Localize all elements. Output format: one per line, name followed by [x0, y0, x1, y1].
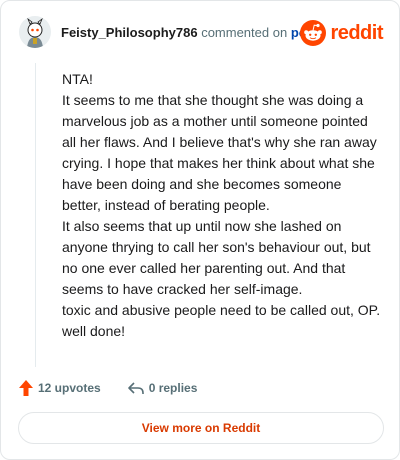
thread-line — [35, 63, 36, 367]
reddit-wordmark: reddit — [330, 21, 383, 44]
username-link[interactable]: Feisty_Philosophy786 — [61, 25, 198, 40]
reply-count: 0 replies — [148, 381, 198, 395]
reply-button[interactable]: 0 replies — [127, 380, 198, 396]
comment-paragraph: It also seems that up until now she lash… — [62, 218, 371, 297]
comment-actions: 12 upvotes 0 replies — [18, 377, 197, 399]
upvote-arrow-icon — [19, 380, 33, 396]
view-more-button[interactable]: View more on Reddit — [18, 412, 384, 444]
comment-paragraph: It seems to me that she thought she was … — [62, 92, 377, 213]
snoo-avatar-icon[interactable] — [19, 16, 51, 48]
action-text: commented on — [201, 25, 288, 40]
upvote-button[interactable]: 12 upvotes — [18, 379, 101, 397]
reddit-brand[interactable]: reddit — [300, 18, 383, 48]
comment-body: NTA! It seems to me that she thought she… — [62, 69, 382, 342]
comment-paragraph: NTA! — [62, 71, 93, 87]
reddit-logo-icon — [300, 20, 327, 46]
embedded-comment-card: Feisty_Philosophy786 commented on post r… — [0, 0, 400, 460]
reply-arrow-icon — [127, 382, 144, 394]
upvote-count: 12 upvotes — [38, 381, 101, 395]
comment-header: Feisty_Philosophy786 commented on post r… — [19, 16, 383, 52]
comment-paragraph: toxic and abusive people need to be call… — [62, 302, 381, 339]
comment-meta: Feisty_Philosophy786 commented on post — [61, 25, 318, 40]
